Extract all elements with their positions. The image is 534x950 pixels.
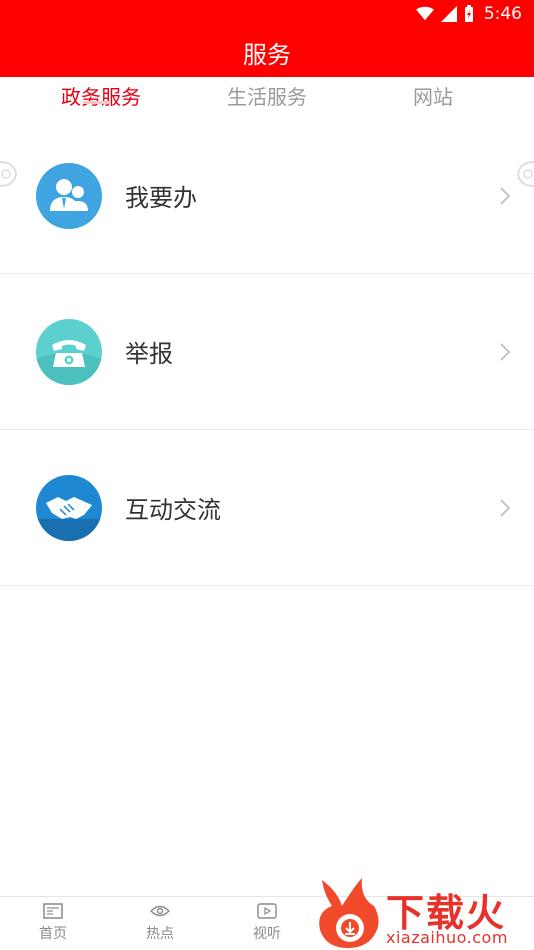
signal-icon [440, 5, 457, 22]
service-label: 我要办 [125, 184, 197, 212]
chevron-right-icon [500, 342, 511, 361]
tab-active-indicator [83, 101, 111, 104]
status-time: 5:46 [483, 3, 522, 24]
service-label: 举报 [125, 340, 173, 368]
eye-icon [150, 905, 170, 917]
nav-label: 热点 [146, 926, 174, 942]
page-title: 服务 [243, 40, 291, 69]
watermark-url: xiazaihuo.com [386, 928, 508, 947]
wifi-icon [415, 6, 434, 20]
service-label: 互动交流 [125, 496, 221, 524]
service-list: 我要办 举报 互动交流 [0, 118, 534, 586]
chevron-right-icon [500, 186, 511, 205]
tab-government-services[interactable]: 政务服务 [21, 83, 181, 111]
play-icon [257, 903, 277, 919]
newspaper-icon [43, 903, 63, 919]
battery-icon [464, 4, 473, 22]
service-item-report[interactable]: 举报 [0, 274, 534, 430]
nav-media[interactable]: 视听 [237, 903, 297, 943]
title-bar: 服务 [0, 27, 534, 77]
nav-label: 首页 [39, 926, 67, 942]
chevron-right-icon [500, 498, 511, 517]
telephone-icon [36, 318, 102, 385]
tab-bar: 政务服务 生活服务 网站 [0, 77, 534, 187]
service-item-handle[interactable]: 我要办 [0, 118, 534, 274]
nav-hot[interactable]: 热点 [130, 903, 190, 943]
tab-websites[interactable]: 网站 [353, 83, 513, 111]
watermark: 下载火 xiazaihuo.com [316, 876, 534, 950]
tab-life-services[interactable]: 生活服务 [187, 83, 347, 111]
nav-home[interactable]: 首页 [23, 903, 83, 943]
service-item-interaction[interactable]: 互动交流 [0, 430, 534, 586]
flame-logo-icon [319, 878, 379, 948]
status-bar: 5:46 [0, 0, 534, 27]
user-icon [36, 162, 102, 229]
nav-label: 视听 [253, 926, 281, 942]
handshake-icon [36, 474, 102, 541]
